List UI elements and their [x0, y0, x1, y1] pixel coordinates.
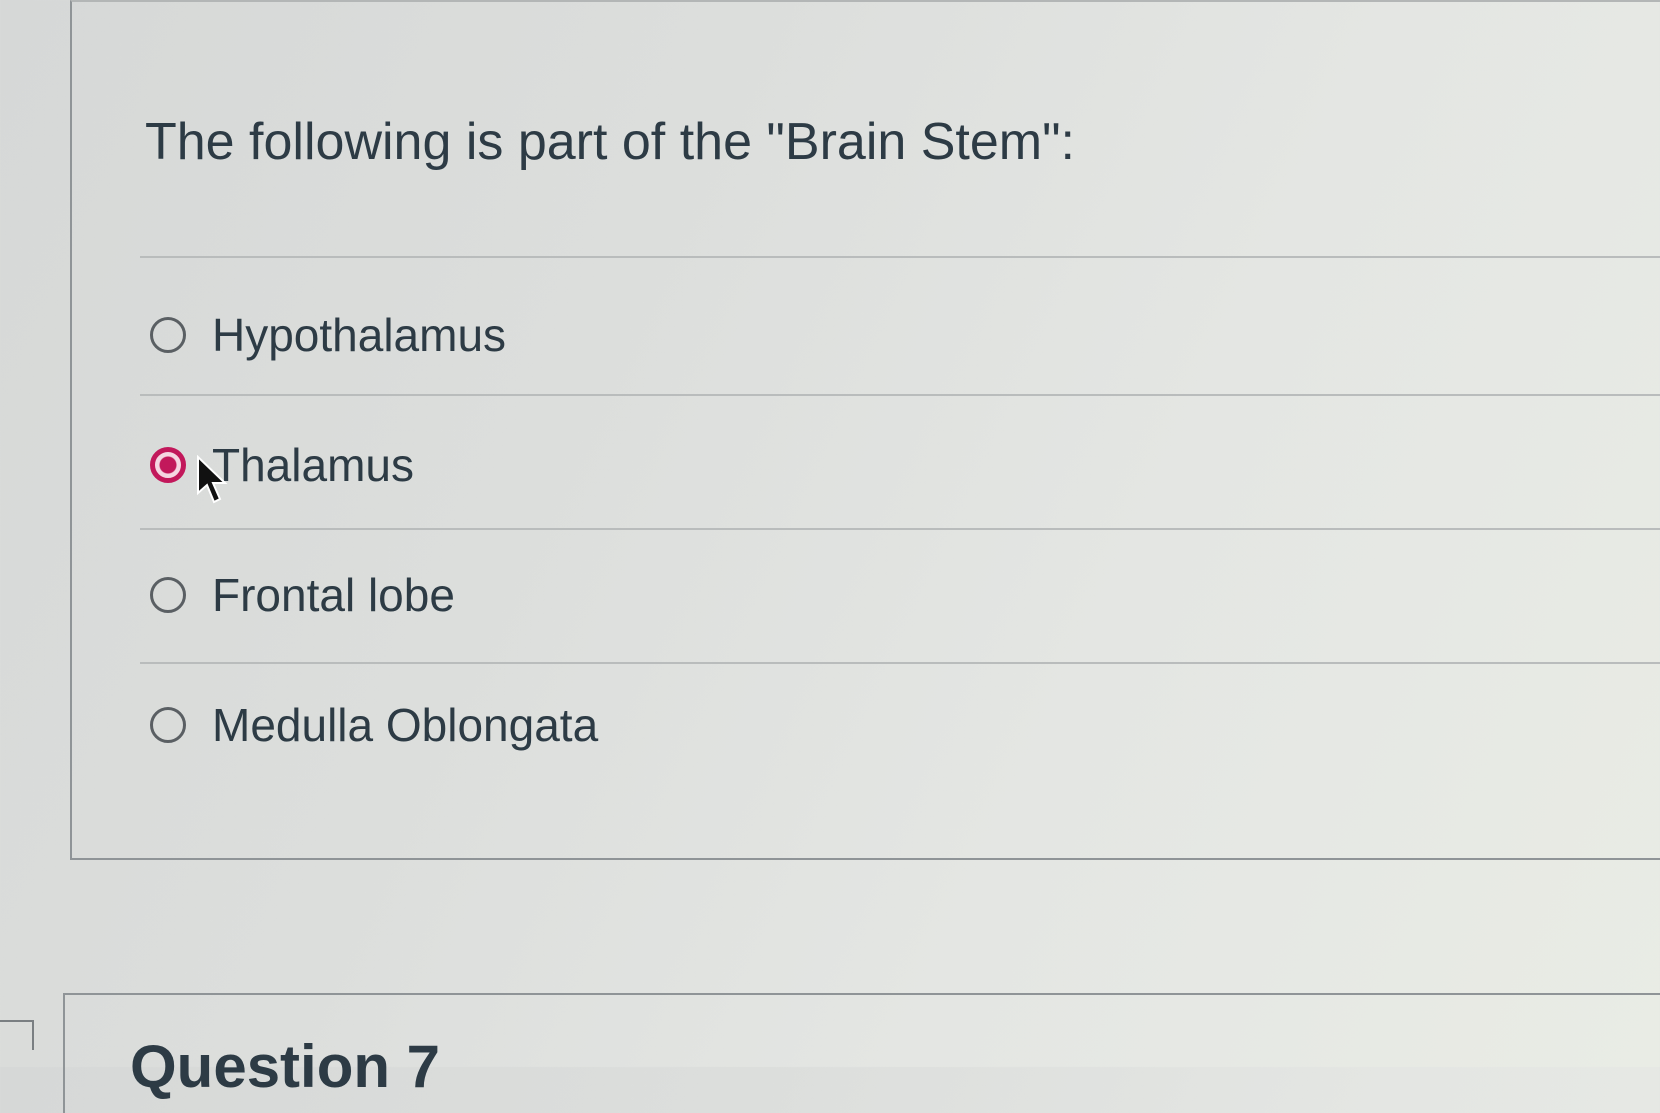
answer-option-medulla-oblongata[interactable]: Medulla Oblongata — [150, 690, 1550, 760]
answer-option-frontal-lobe[interactable]: Frontal lobe — [150, 560, 1550, 630]
divider — [140, 528, 1660, 530]
divider — [140, 662, 1660, 664]
answer-label: Frontal lobe — [212, 569, 455, 621]
answer-option-thalamus[interactable]: Thalamus — [150, 430, 1550, 500]
mouse-cursor-icon — [197, 455, 228, 504]
answer-option-hypothalamus[interactable]: Hypothalamus — [150, 300, 1550, 370]
answer-label: Medulla Oblongata — [212, 699, 599, 751]
question-text: The following is part of the "Brain Stem… — [145, 113, 1076, 171]
divider — [140, 394, 1660, 396]
answer-label: Thalamus — [212, 439, 414, 491]
radio-button[interactable] — [150, 577, 186, 613]
radio-button-selected[interactable] — [150, 447, 186, 483]
radio-button[interactable] — [150, 707, 186, 743]
radio-button[interactable] — [150, 317, 186, 353]
answer-label: Hypothalamus — [212, 309, 507, 361]
divider — [140, 256, 1660, 258]
collapse-arrow-icon — [0, 1020, 34, 1050]
